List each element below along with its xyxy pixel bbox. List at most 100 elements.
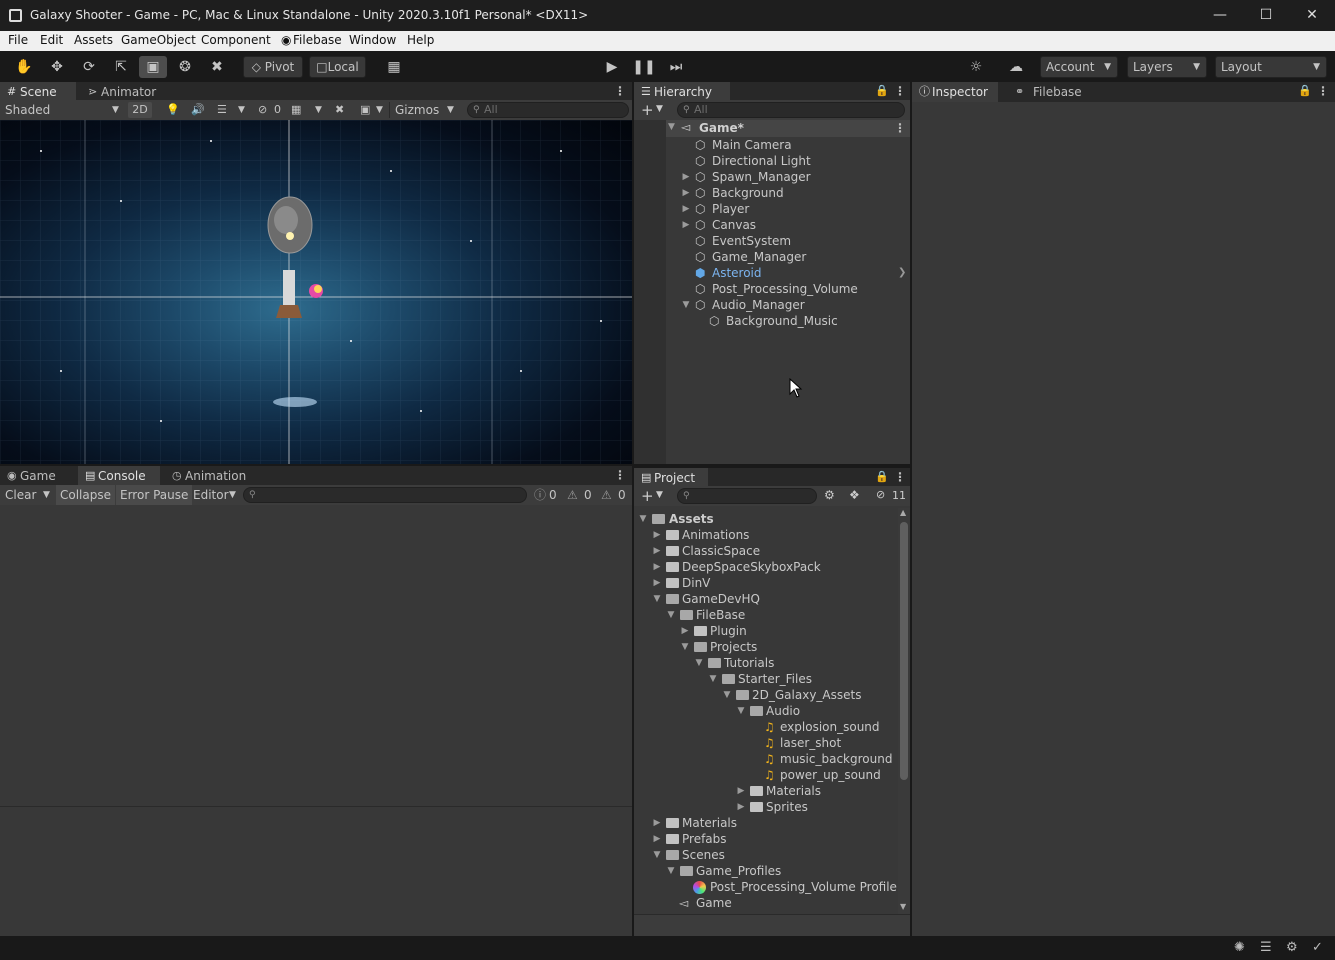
hierarchy-item-player[interactable]: ▶ ⬡ Player xyxy=(666,201,910,217)
hierarchy-item-eventsystem[interactable]: ⬡ EventSystem xyxy=(666,233,910,249)
chevron-down-icon[interactable]: ▼ xyxy=(656,490,663,500)
project-item-post-processing-profile[interactable]: Post_Processing_Volume Profile xyxy=(634,879,898,895)
collapse-arrow-icon[interactable]: ▼ xyxy=(651,847,663,863)
project-item-assets[interactable]: ▼ Assets xyxy=(634,511,898,527)
project-item-projects[interactable]: ▼ Projects xyxy=(634,639,898,655)
debug-icon[interactable]: ✺ xyxy=(1234,940,1245,955)
pause-button[interactable]: ❚❚ xyxy=(630,56,658,78)
error-icon[interactable]: ⚠ xyxy=(601,485,612,505)
scrollbar-thumb[interactable] xyxy=(900,522,908,780)
collapse-arrow-icon[interactable]: ▼ xyxy=(651,591,663,607)
tab-project[interactable]: ▤ Project xyxy=(634,468,708,488)
rotate-tool-icon[interactable]: ⟳ xyxy=(75,56,103,78)
project-item-game-scene[interactable]: ◅ Game xyxy=(634,895,898,911)
project-item-laser-shot[interactable]: ♫ laser_shot xyxy=(634,735,898,751)
custom-tool-icon[interactable]: ✖ xyxy=(203,56,231,78)
collapse-arrow-icon[interactable]: ▼ xyxy=(680,297,692,313)
lock-icon[interactable]: 🔒 xyxy=(875,470,889,483)
expand-arrow-icon[interactable]: ▶ xyxy=(651,831,663,847)
hidden-objects-icon[interactable]: ⊘ xyxy=(258,102,267,118)
hierarchy-item-post-processing-volume[interactable]: ⬡ Post_Processing_Volume xyxy=(666,281,910,297)
project-item-power-up-sound[interactable]: ♫ power_up_sound xyxy=(634,767,898,783)
shading-dropdown[interactable]: Shaded ▼ xyxy=(5,102,120,118)
hierarchy-item-game-manager[interactable]: ⬡ Game_Manager xyxy=(666,249,910,265)
chevron-down-icon[interactable]: ▼ xyxy=(315,102,322,118)
collapse-arrow-icon[interactable]: ▼ xyxy=(693,655,705,671)
project-item-filebase[interactable]: ▼ FileBase xyxy=(634,607,898,623)
more-options-icon[interactable]: ⋮ xyxy=(1317,84,1329,98)
warning-icon[interactable]: ⚠ xyxy=(567,485,578,505)
editor-dropdown[interactable]: Editor xyxy=(193,485,229,505)
collapse-arrow-icon[interactable]: ▼ xyxy=(637,511,649,527)
expand-arrow-icon[interactable]: ▶ xyxy=(680,201,692,217)
collapse-arrow-icon[interactable]: ▼ xyxy=(679,639,691,655)
search-by-type-icon[interactable]: ⚙ xyxy=(824,488,835,502)
step-button[interactable]: ⏭ xyxy=(662,56,690,78)
error-pause-toggle[interactable]: Error Pause xyxy=(116,485,193,505)
label-icon[interactable]: ❖ xyxy=(849,488,860,502)
tab-scene[interactable]: # Scene xyxy=(0,82,76,102)
expand-arrow-icon[interactable]: ▶ xyxy=(735,799,747,815)
project-item-tutorials[interactable]: ▼ Tutorials xyxy=(634,655,898,671)
expand-arrow-icon[interactable]: ▶ xyxy=(735,783,747,799)
rect-tool-icon[interactable]: ▣ xyxy=(139,56,167,78)
tab-filebase[interactable]: ⚭ Filebase xyxy=(1005,82,1093,102)
project-item-prefabs[interactable]: ▶ Prefabs xyxy=(634,831,898,847)
project-scrollbar[interactable]: ▲ ▼ xyxy=(898,508,910,914)
hierarchy-item-background-music[interactable]: ⬡ Background_Music xyxy=(666,313,910,329)
lighting-icon[interactable]: 💡 xyxy=(166,102,180,118)
project-item-animations[interactable]: ▶ Animations xyxy=(634,527,898,543)
menu-help[interactable]: Help xyxy=(407,33,434,47)
hierarchy-item-main-camera[interactable]: ⬡ Main Camera xyxy=(666,137,910,153)
project-item-game-profiles[interactable]: ▼ Game_Profiles xyxy=(634,863,898,879)
hierarchy-item-directional-light[interactable]: ⬡ Directional Light xyxy=(666,153,910,169)
hand-tool-icon[interactable]: ✋ xyxy=(10,56,38,78)
project-item-classicspace[interactable]: ▶ ClassicSpace xyxy=(634,543,898,559)
close-button[interactable]: ✕ xyxy=(1289,0,1335,31)
more-options-icon[interactable]: ⋮ xyxy=(894,470,906,484)
hierarchy-item-spawn-manager[interactable]: ▶ ⬡ Spawn_Manager xyxy=(666,169,910,185)
more-options-icon[interactable]: ⋮ xyxy=(614,468,626,482)
project-item-sprites[interactable]: ▶ Sprites xyxy=(634,799,898,815)
chevron-down-icon[interactable]: ▼ xyxy=(376,102,383,118)
effects-icon[interactable]: ☰ xyxy=(217,102,227,118)
move-tool-icon[interactable]: ✥ xyxy=(43,56,71,78)
menu-component[interactable]: Component xyxy=(201,33,271,47)
project-item-scenes[interactable]: ▼ Scenes xyxy=(634,847,898,863)
add-icon[interactable]: + xyxy=(641,101,654,119)
audio-icon[interactable]: 🔊 xyxy=(191,102,205,118)
collapse-arrow-icon[interactable]: ▼ xyxy=(735,703,747,719)
layout-dropdown[interactable]: Layout ▼ xyxy=(1215,56,1327,78)
hierarchy-item-background[interactable]: ▶ ⬡ Background xyxy=(666,185,910,201)
expand-arrow-icon[interactable]: ▼ xyxy=(668,122,675,132)
project-item-materials-sub[interactable]: ▶ Materials xyxy=(634,783,898,799)
transform-tool-icon[interactable]: ❂ xyxy=(171,56,199,78)
cache-server-icon[interactable]: ☰ xyxy=(1260,940,1272,955)
console-search-input[interactable]: ⚲ xyxy=(243,487,527,503)
layers-dropdown[interactable]: Layers ▼ xyxy=(1127,56,1207,78)
scene-viewport[interactable] xyxy=(0,120,632,464)
scroll-up-icon[interactable]: ▲ xyxy=(900,508,906,517)
console-divider[interactable] xyxy=(0,806,632,807)
grid-snap-icon[interactable]: ▦ xyxy=(380,56,408,78)
menu-window[interactable]: Window xyxy=(349,33,396,47)
chevron-down-icon[interactable]: ▼ xyxy=(656,104,663,114)
log-icon[interactable]: ⓘ xyxy=(534,485,546,505)
chevron-down-icon[interactable]: ▼ xyxy=(43,485,50,505)
project-item-starter-files[interactable]: ▼ Starter_Files xyxy=(634,671,898,687)
expand-arrow-icon[interactable]: ▶ xyxy=(651,527,663,543)
maximize-button[interactable]: ☐ xyxy=(1243,0,1289,31)
hierarchy-search-input[interactable]: ⚲ All xyxy=(677,102,905,118)
scene-search-input[interactable]: ⚲ All xyxy=(467,102,629,118)
collapse-arrow-icon[interactable]: ▼ xyxy=(665,607,677,623)
minimize-button[interactable]: — xyxy=(1197,0,1243,31)
expand-arrow-icon[interactable]: ▶ xyxy=(680,169,692,185)
collapse-arrow-icon[interactable]: ▼ xyxy=(665,863,677,879)
menu-filebase[interactable]: Filebase xyxy=(293,33,342,47)
more-options-icon[interactable]: ⋮ xyxy=(614,84,626,98)
grid-toggle-icon[interactable]: ▦ xyxy=(291,102,301,118)
chevron-down-icon[interactable]: ▼ xyxy=(238,102,245,118)
tab-animation[interactable]: ◷ Animation xyxy=(165,466,255,486)
tools-icon[interactable]: ✖ xyxy=(335,102,344,118)
camera-icon[interactable]: ▣ xyxy=(360,102,370,118)
